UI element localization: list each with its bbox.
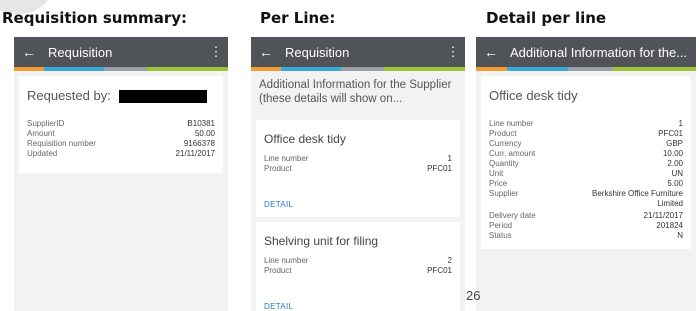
- line-title: Office desk tidy: [264, 132, 346, 146]
- field-value: 2: [447, 256, 452, 265]
- field-label: Line number: [489, 119, 534, 128]
- color-stripe: [251, 67, 465, 71]
- field-label: Amount: [27, 129, 55, 139]
- line-fields: Line number 2 Product PFC01: [264, 256, 452, 276]
- field-value: 21/11/2017: [643, 211, 683, 220]
- back-arrow-icon[interactable]: ←: [253, 44, 279, 60]
- phone-screen-detail: ← Additional Information for the... Offi…: [476, 37, 696, 311]
- back-arrow-icon[interactable]: ←: [478, 44, 504, 60]
- field-label: Product: [264, 164, 292, 173]
- field-value: PFC01: [658, 129, 683, 138]
- line-title: Shelving unit for filing: [264, 234, 379, 248]
- field-row: Updated 21/11/2017: [27, 149, 215, 159]
- summary-card: Requested by: SupplierID B10381 Amount 50.0…: [19, 76, 223, 174]
- phone-screen-per-line: ← Requisition ⋮ Additional Information f…: [251, 37, 465, 311]
- field-value: 50.00: [194, 129, 215, 139]
- field-row: Curr. amount 10.00: [489, 149, 683, 159]
- field-row: Product PFC01: [264, 164, 452, 174]
- field-row: Currency GBP: [489, 139, 683, 149]
- section-title-per-line: Per Line:: [260, 9, 336, 27]
- field-label: Requisition number: [27, 139, 96, 149]
- field-row: Product PFC01: [264, 266, 452, 276]
- app-bar: ← Additional Information for the...: [476, 37, 696, 67]
- field-value: Berkshire Office Furniture Limited: [592, 189, 683, 208]
- field-label: Period: [489, 221, 513, 230]
- field-value: 9166378: [183, 139, 215, 149]
- field-label: Status: [489, 231, 512, 240]
- app-bar-title: Additional Information for the...: [510, 44, 688, 60]
- more-vert-icon[interactable]: ⋮: [204, 44, 228, 60]
- field-value: UN: [671, 169, 683, 178]
- redacted-name: [118, 90, 207, 104]
- summary-fields: SupplierID B10381 Amount 50.00 Requisition n…: [27, 119, 215, 159]
- section-title-detail: Detail per line: [486, 9, 607, 27]
- field-label: Updated: [27, 149, 58, 159]
- color-stripe: [476, 67, 696, 71]
- detail-card: Office desk tidy Line number 1 Product PFC0…: [481, 76, 691, 249]
- field-row: Product PFC01: [489, 129, 683, 139]
- app-bar-title: Requisition: [285, 44, 350, 60]
- app-bar: ← Requisition ⋮: [251, 37, 465, 67]
- field-label: Price: [489, 179, 508, 188]
- line-card[interactable]: Office desk tidy Line number 1 Product PFC01…: [256, 120, 460, 217]
- more-vert-icon[interactable]: ⋮: [441, 44, 465, 60]
- field-row: Delivery date 21/11/2017: [489, 211, 683, 221]
- app-bar: ← Requisition ⋮: [14, 37, 228, 67]
- field-row: Requisition number 9166378: [27, 139, 215, 149]
- field-row: Line number 1: [264, 154, 452, 164]
- detail-link[interactable]: DETAIL: [264, 200, 452, 209]
- phone-screen-summary: ← Requisition ⋮ Requested by: SupplierID…: [14, 37, 228, 311]
- line-list: Office desk tidy Line number 1 Product PFC01…: [251, 120, 465, 311]
- field-row: Supplier Berkshire Office Furniture Limit…: [489, 189, 683, 209]
- color-stripe: [14, 67, 228, 71]
- field-label: Product: [264, 266, 292, 275]
- field-row: Status N: [489, 231, 683, 241]
- field-value: B10381: [187, 119, 215, 129]
- supplier-info-text: Additional Information for the Supplier …: [259, 79, 452, 105]
- detail-item-title: Office desk tidy: [489, 88, 578, 103]
- field-label: Line number: [264, 256, 309, 265]
- field-value: N: [677, 231, 683, 240]
- back-arrow-icon[interactable]: ←: [16, 44, 42, 60]
- field-label: Curr. amount: [489, 149, 536, 158]
- field-row: Line number 2: [264, 256, 452, 266]
- field-value: 21/11/2017: [175, 149, 215, 159]
- field-row: Price 5.00: [489, 179, 683, 189]
- line-fields: Line number 1 Product PFC01: [264, 154, 452, 174]
- field-value: PFC01: [427, 164, 452, 173]
- field-value: 1: [678, 119, 683, 128]
- field-row: Unit UN: [489, 169, 683, 179]
- field-label: Line number: [264, 154, 309, 163]
- field-value: 2.00: [667, 159, 683, 168]
- requested-by: Requested by:: [27, 88, 215, 104]
- requested-by-label: Requested by:: [27, 88, 111, 103]
- field-row: Amount 50.00: [27, 129, 215, 139]
- field-row: Line number 1: [489, 119, 683, 129]
- app-bar-title: Requisition: [48, 44, 113, 60]
- detail-link[interactable]: DETAIL: [264, 302, 452, 311]
- detail-fields: Line number 1 Product PFC01 Currency GBP Curr.…: [489, 119, 683, 241]
- field-value: 201824: [656, 221, 683, 230]
- field-row: Quantity 2.00: [489, 159, 683, 169]
- section-title-summary: Requisition summary:: [2, 9, 188, 27]
- field-value: 10.00: [662, 149, 683, 158]
- line-card[interactable]: Shelving unit for filing Line number 2 Prod…: [256, 222, 460, 311]
- field-value: 1: [447, 154, 452, 163]
- field-label: SupplierID: [27, 119, 65, 129]
- field-row: Period 201824: [489, 221, 683, 231]
- field-label: Delivery date: [489, 211, 536, 220]
- field-value: PFC01: [427, 266, 452, 275]
- field-value: 5.00: [667, 179, 683, 188]
- field-label: Currency: [489, 139, 522, 148]
- field-label: Supplier: [489, 189, 519, 198]
- page-number: 26: [466, 288, 481, 303]
- field-label: Product: [489, 129, 517, 138]
- field-label: Quantity: [489, 159, 519, 168]
- field-label: Unit: [489, 169, 504, 178]
- field-row: SupplierID B10381: [27, 119, 215, 129]
- field-value: GBP: [666, 139, 683, 148]
